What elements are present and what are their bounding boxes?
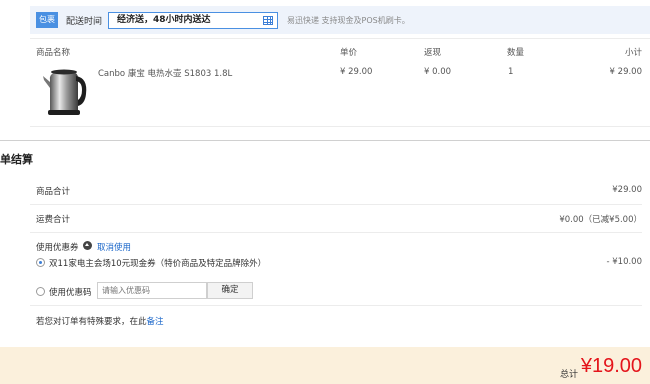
shipping-label: 运费合计 — [36, 215, 71, 225]
product-subtotal: ¥ 29.00 — [609, 67, 642, 77]
total-amount: ¥19.00 — [580, 355, 642, 377]
promo-code-label: 使用优惠码 — [49, 288, 92, 298]
header-cashback: 返现 — [424, 48, 442, 58]
delivery-time-label: 配送时间 — [66, 17, 103, 27]
cancel-coupon-link[interactable]: 取消使用 — [97, 241, 131, 253]
total-bar — [0, 347, 650, 384]
divider — [30, 38, 650, 39]
calendar-icon[interactable] — [263, 16, 273, 25]
header-unit-price: 单价 — [340, 48, 358, 58]
remark-link[interactable]: 备注 — [147, 317, 164, 327]
total-label: 总计 — [559, 370, 578, 380]
promo-code-input[interactable] — [97, 282, 207, 299]
delivery-bar: 包裹 配送时间 经济送，48小时内送达 易迅快递 支持现金及POS机刷卡。 — [30, 6, 650, 34]
product-name[interactable]: Canbo 康宝 电热水壶 S1803 1.8L — [98, 67, 232, 79]
product-quantity: 1 — [508, 67, 514, 77]
header-subtotal: 小计 — [624, 48, 642, 58]
shipping-value: ¥0.00（已减¥5.00） — [559, 215, 642, 225]
section-divider — [0, 140, 650, 141]
divider — [30, 305, 642, 306]
goods-total-value: ¥29.00 — [612, 185, 642, 195]
package-tag: 包裹 — [36, 12, 58, 28]
product-unit-price: ¥ 29.00 — [340, 67, 373, 77]
header-product-name: 商品名称 — [36, 48, 71, 58]
divider — [30, 126, 650, 127]
delivery-tip: 易迅快递 支持现金及POS机刷卡。 — [287, 16, 410, 25]
product-cashback: ¥ 0.00 — [424, 67, 452, 77]
coupon-discount: - ¥10.00 — [606, 257, 642, 267]
header-quantity: 数量 — [507, 48, 525, 58]
product-image-kettle[interactable] — [40, 66, 90, 121]
delivery-time-select[interactable]: 经济送，48小时内送达 — [108, 12, 278, 29]
remark-text: 若您对订单有特殊要求，在此备注 — [36, 315, 164, 327]
promo-code-radio[interactable] — [36, 287, 45, 296]
coupon-label: 使用优惠券 — [36, 243, 79, 253]
goods-total-label: 商品合计 — [36, 187, 71, 197]
coupon-option-text[interactable]: 双11家电主会场10元现金券（特价商品及特定品牌除外） — [49, 257, 266, 269]
coupon-radio[interactable] — [36, 258, 45, 267]
remark-prefix: 若您对订单有特殊要求，在此 — [36, 317, 147, 327]
settlement-title: 单结算 — [0, 153, 33, 166]
delivery-time-value: 经济送，48小时内送达 — [117, 15, 211, 25]
divider — [30, 204, 642, 205]
divider — [30, 232, 642, 233]
collapse-up-icon[interactable] — [83, 241, 92, 250]
confirm-button[interactable]: 确定 — [207, 282, 253, 299]
